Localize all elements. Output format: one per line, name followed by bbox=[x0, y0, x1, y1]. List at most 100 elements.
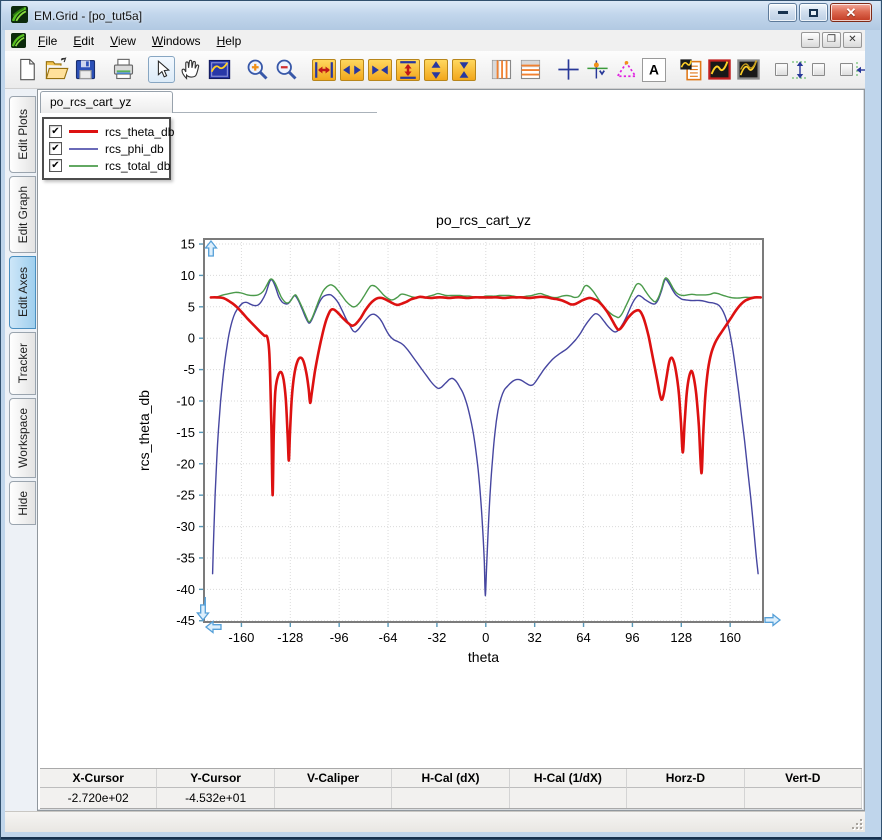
y-axis-label: rcs_theta_db bbox=[136, 390, 152, 471]
status-header-3: H-Cal (dX) bbox=[392, 769, 510, 788]
vertical-gridlines-button[interactable] bbox=[488, 56, 515, 83]
select-arrow-button[interactable] bbox=[148, 56, 175, 83]
save-button[interactable] bbox=[72, 56, 99, 83]
status-value-2 bbox=[275, 788, 393, 808]
sidebar-tab-edit-axes[interactable]: Edit Axes bbox=[9, 256, 36, 329]
tick-label-y: -15 bbox=[176, 425, 195, 440]
h-arrows-out-icon bbox=[341, 60, 363, 80]
restore-button[interactable] bbox=[799, 3, 828, 22]
status-header-2: V-Caliper bbox=[274, 769, 393, 788]
minimize-button[interactable] bbox=[768, 3, 797, 22]
zoom-in-icon bbox=[244, 56, 271, 83]
pan-hand-button[interactable] bbox=[177, 56, 204, 83]
menu-file[interactable]: File bbox=[30, 31, 65, 51]
align-v-group-checkbox-right[interactable] bbox=[812, 63, 825, 76]
plot-report-button[interactable] bbox=[677, 56, 704, 83]
legend-checkbox[interactable]: ✔ bbox=[49, 125, 62, 138]
legend-label: rcs_theta_db bbox=[105, 124, 175, 139]
tick-label-y: 0 bbox=[188, 331, 195, 346]
plot-single-button[interactable] bbox=[706, 56, 733, 83]
title-bar[interactable]: EM.Grid - [po_tut5a] ✕ bbox=[2, 1, 880, 30]
sidebar-tab-tracker[interactable]: Tracker bbox=[9, 332, 36, 395]
status-header-1: Y-Cursor bbox=[157, 769, 275, 788]
align-v-icon[interactable] bbox=[788, 60, 812, 80]
tick-label-x: -96 bbox=[330, 630, 349, 645]
legend-line-swatch bbox=[69, 147, 98, 150]
h-arrows-out-button[interactable] bbox=[340, 58, 364, 81]
tick-label-x: 160 bbox=[719, 630, 741, 645]
axis-handle-down-icon[interactable] bbox=[196, 604, 210, 622]
menu-view[interactable]: View bbox=[102, 31, 144, 51]
chart-svg[interactable]: -160 -128 -96 -64 -32 0 32 64 96 128 160 15 10 5 0 -5 -1… bbox=[38, 90, 865, 710]
resize-grip-icon[interactable] bbox=[850, 817, 863, 830]
legend-checkbox[interactable]: ✔ bbox=[49, 142, 62, 155]
legend-item[interactable]: ✔ rcs_phi_db bbox=[49, 140, 164, 157]
sidebar-tab-strip: Edit Plots Edit Graph Edit Axes Tracker Work… bbox=[5, 89, 37, 811]
plot-client-area: po_rcs_cart_yz ✔ rcs_theta_db ✔ rcs_phi_db ✔… bbox=[37, 89, 865, 811]
mdi-close-button[interactable]: ✕ bbox=[843, 32, 862, 48]
select-arrow-icon bbox=[149, 57, 174, 82]
tick-label-y: -25 bbox=[176, 488, 195, 503]
v-arrows-out-button[interactable] bbox=[424, 58, 448, 81]
document-tab[interactable]: po_rcs_cart_yz bbox=[40, 91, 173, 113]
caliper-button[interactable] bbox=[613, 56, 640, 83]
v-expand-button[interactable] bbox=[396, 58, 420, 81]
legend-line-swatch bbox=[69, 130, 98, 133]
tracker-button[interactable] bbox=[584, 56, 611, 83]
close-icon: ✕ bbox=[845, 4, 857, 20]
plot-single-icon bbox=[706, 56, 733, 83]
zoom-out-button[interactable] bbox=[273, 56, 300, 83]
open-file-icon bbox=[43, 56, 70, 83]
sidebar-tab-label: Edit Axes bbox=[15, 267, 30, 318]
print-button[interactable] bbox=[110, 56, 137, 83]
mdi-minimize-button[interactable]: – bbox=[801, 32, 820, 48]
axis-handle-right-icon[interactable] bbox=[764, 613, 782, 627]
open-file-button[interactable] bbox=[43, 56, 70, 83]
tick-label-y: 5 bbox=[188, 299, 195, 314]
menu-edit[interactable]: Edit bbox=[65, 31, 102, 51]
menu-help[interactable]: Help bbox=[209, 31, 250, 51]
menu-bar-items: File Edit View Windows Help bbox=[30, 31, 249, 51]
cursor-status-table: X-Cursor Y-Cursor V-Caliper H-Cal (dX) H-Cal… bbox=[40, 768, 862, 809]
legend-checkbox[interactable]: ✔ bbox=[49, 159, 62, 172]
legend-item[interactable]: ✔ rcs_total_db bbox=[49, 157, 170, 174]
align-h-icon[interactable] bbox=[853, 60, 865, 80]
plot-multi-button[interactable] bbox=[735, 56, 762, 83]
h-expand-button[interactable] bbox=[312, 58, 336, 81]
close-button[interactable]: ✕ bbox=[830, 3, 872, 22]
align-v-group-checkbox-left[interactable] bbox=[775, 63, 788, 76]
new-document-button[interactable] bbox=[14, 56, 41, 83]
zoom-box-button[interactable] bbox=[206, 56, 233, 83]
menu-windows[interactable]: Windows bbox=[144, 31, 209, 51]
horizontal-gridlines-button[interactable] bbox=[517, 56, 544, 83]
plot-multi-icon bbox=[735, 56, 762, 83]
mdi-system-icon[interactable] bbox=[11, 33, 26, 48]
crosshair-button[interactable] bbox=[555, 56, 582, 83]
axis-handle-left-icon[interactable] bbox=[204, 620, 222, 634]
tick-label-x: -160 bbox=[228, 630, 254, 645]
horizontal-gridlines-icon bbox=[517, 56, 544, 83]
caliper-icon bbox=[613, 56, 640, 83]
sidebar-tab-edit-graph[interactable]: Edit Graph bbox=[9, 176, 36, 253]
tick-label-y: 15 bbox=[181, 237, 195, 252]
sidebar-tab-edit-plots[interactable]: Edit Plots bbox=[9, 96, 36, 173]
app-window: EM.Grid - [po_tut5a] ✕ File Edit View Windo… bbox=[0, 0, 882, 840]
legend-item[interactable]: ✔ rcs_theta_db bbox=[49, 123, 174, 140]
sidebar-tab-label: Edit Graph bbox=[15, 185, 30, 244]
align-h-group bbox=[840, 60, 865, 80]
v-collapse-button[interactable] bbox=[452, 58, 476, 81]
app-icon bbox=[11, 5, 28, 26]
text-annotation-button[interactable]: A bbox=[642, 57, 666, 82]
sidebar-tab-workspace[interactable]: Workspace bbox=[9, 398, 36, 478]
toolbar: ALayout bbox=[5, 51, 865, 89]
h-collapse-button[interactable] bbox=[368, 58, 392, 81]
mdi-restore-button[interactable]: ❐ bbox=[822, 32, 841, 48]
legend-box[interactable]: ✔ rcs_theta_db ✔ rcs_phi_db ✔ rcs_total_db bbox=[42, 117, 174, 180]
align-h-group-checkbox-left[interactable] bbox=[840, 63, 853, 76]
zoom-out-icon bbox=[273, 56, 300, 83]
sidebar-tab-hide[interactable]: Hide bbox=[9, 481, 36, 525]
zoom-in-button[interactable] bbox=[244, 56, 271, 83]
tracker-icon bbox=[584, 56, 611, 83]
axis-handle-up-icon[interactable] bbox=[204, 239, 218, 257]
status-value-6 bbox=[745, 788, 862, 808]
